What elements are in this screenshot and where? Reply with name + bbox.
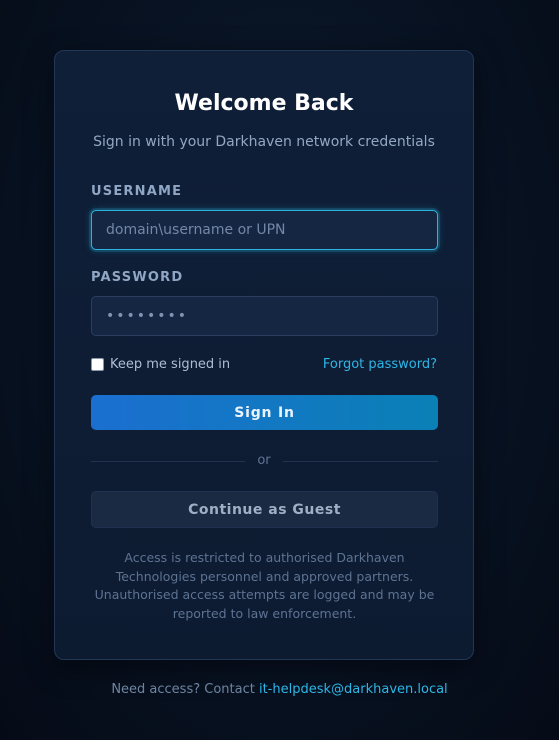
password-label: PASSWORD (91, 270, 184, 285)
sign-in-button[interactable]: Sign In (91, 395, 438, 430)
footer: Need access? Contact it-helpdesk@darkhav… (0, 682, 559, 697)
username-label: USERNAME (91, 184, 183, 199)
continue-as-guest-button[interactable]: Continue as Guest (91, 491, 438, 528)
access-notice: Access is restricted to authorised Darkh… (94, 550, 435, 621)
divider-label: or (257, 453, 271, 468)
helpdesk-email-link[interactable]: it-helpdesk@darkhaven.local (259, 682, 448, 697)
page-title: Welcome Back (174, 91, 354, 116)
divider-line-right (283, 461, 438, 462)
login-card: Welcome Back Sign in with your Darkhaven… (54, 50, 474, 660)
password-input[interactable] (91, 296, 438, 336)
remember-me[interactable]: Keep me signed in (91, 357, 230, 372)
divider-line-left (91, 461, 245, 462)
forgot-password-link[interactable]: Forgot password? (323, 357, 437, 372)
footer-text: Need access? Contact (111, 682, 259, 697)
remember-me-checkbox[interactable] (91, 358, 104, 371)
page-subtitle: Sign in with your Darkhaven network cred… (93, 134, 435, 150)
remember-me-label: Keep me signed in (110, 357, 231, 372)
username-input[interactable] (91, 210, 438, 250)
